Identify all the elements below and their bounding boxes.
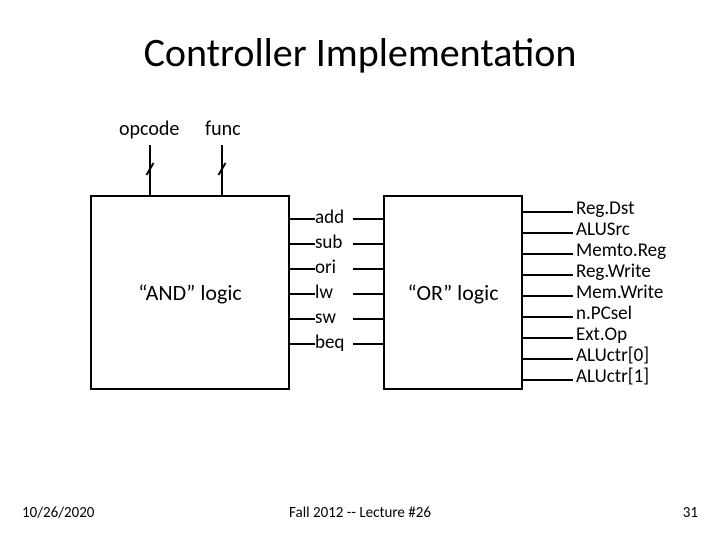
output-aluctr0: ALUctr[0]	[576, 346, 666, 366]
wire-beq-right	[353, 343, 383, 345]
wire-out-8	[523, 379, 573, 381]
output-regwrite: Reg.Write	[576, 262, 666, 282]
slide: Controller Implementation opcode func “A…	[0, 0, 720, 540]
wire-out-5	[523, 316, 573, 318]
outputs-list: Reg.Dst ALUSrc Memto.Reg Reg.Write Mem.W…	[576, 199, 666, 387]
footer-center: Fall 2012 -- Lecture #26	[0, 504, 720, 522]
slide-title: Controller Implementation	[0, 28, 720, 77]
wire-out-6	[523, 337, 573, 339]
output-aluctr1: ALUctr[1]	[576, 367, 666, 387]
and-logic-box: “AND” logic	[90, 195, 290, 390]
output-memtoreg: Memto.Reg	[576, 241, 666, 261]
output-npcsel: n.PCsel	[576, 304, 666, 324]
wire-add-right	[353, 218, 383, 220]
wire-out-2	[523, 253, 573, 255]
wire-out-7	[523, 358, 573, 360]
wire-sw-left	[290, 318, 315, 320]
label-func: func	[205, 117, 241, 141]
wire-ori-left	[290, 268, 315, 270]
and-logic-label: “AND” logic	[138, 279, 241, 306]
label-opcode: opcode	[119, 117, 179, 141]
or-logic-label: “OR” logic	[407, 279, 498, 306]
output-alusrc: ALUSrc	[576, 220, 666, 240]
footer-page: 31	[683, 504, 698, 522]
wire-beq-left	[290, 343, 315, 345]
wire-out-0	[523, 211, 573, 213]
wire-out-4	[523, 295, 573, 297]
output-regdst: Reg.Dst	[576, 199, 666, 219]
or-logic-box: “OR” logic	[383, 195, 523, 390]
wire-ori-right	[353, 268, 383, 270]
wire-sw-right	[353, 318, 383, 320]
wire-lw-left	[290, 293, 315, 295]
wire-lw-right	[353, 293, 383, 295]
wire-sub-right	[353, 243, 383, 245]
wire-out-3	[523, 274, 573, 276]
wire-out-1	[523, 232, 573, 234]
output-extop: Ext.Op	[576, 325, 666, 345]
wire-sub-left	[290, 243, 315, 245]
wire-add-left	[290, 218, 315, 220]
output-memwrite: Mem.Write	[576, 283, 666, 303]
